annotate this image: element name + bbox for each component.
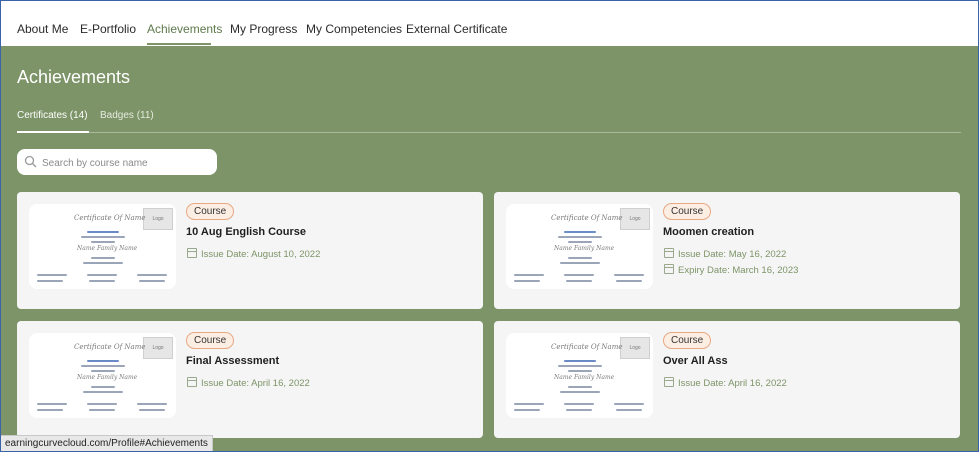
calendar-icon: [664, 377, 674, 387]
browser-status-url: earningcurvecloud.com/Profile#Achievemen…: [1, 435, 213, 451]
certificate-heading: Certificate Of Name: [551, 214, 623, 222]
certificate-heading: Certificate Of Name: [74, 214, 146, 222]
issue-date: Issue Date: May 16, 2022: [664, 248, 786, 260]
card-title[interactable]: Over All Ass: [663, 355, 728, 367]
card-title[interactable]: 10 Aug English Course: [186, 226, 306, 238]
calendar-icon: [187, 248, 197, 258]
top-navigation: About Me E-Portfolio Achievements My Pro…: [1, 1, 978, 46]
nav-active-indicator: [147, 43, 211, 45]
card-title[interactable]: Final Assessment: [186, 355, 279, 367]
logo-placeholder: Logo: [143, 337, 173, 359]
calendar-icon: [664, 248, 674, 258]
nav-about-me[interactable]: About Me: [17, 22, 68, 36]
certificate-card[interactable]: Logo Certificate Of Name Name Family Nam…: [17, 321, 483, 438]
course-badge: Course: [663, 203, 712, 220]
certificate-thumbnail[interactable]: Logo Certificate Of Name Name Family Nam…: [506, 333, 653, 418]
course-badge: Course: [663, 332, 712, 349]
certificate-thumbnail[interactable]: Logo Certificate Of Name Name Family Nam…: [29, 204, 176, 289]
tab-certificates[interactable]: Certificates (14): [17, 110, 88, 121]
issue-date: Issue Date: April 16, 2022: [664, 377, 787, 389]
certificate-heading: Certificate Of Name: [551, 343, 623, 351]
search-icon: [24, 155, 37, 168]
recipient-name: Name Family Name: [77, 245, 138, 252]
calendar-icon: [664, 264, 674, 274]
nav-e-portfolio[interactable]: E-Portfolio: [80, 22, 136, 36]
expiry-date: Expiry Date: March 16, 2023: [664, 264, 798, 276]
issue-date: Issue Date: August 10, 2022: [187, 248, 320, 260]
certificate-card[interactable]: Logo Certificate Of Name Name Family Nam…: [494, 321, 960, 438]
search-input[interactable]: [40, 153, 214, 173]
card-title[interactable]: Moomen creation: [663, 226, 754, 238]
course-badge: Course: [186, 332, 235, 349]
logo-placeholder: Logo: [620, 337, 650, 359]
nav-my-competencies[interactable]: My Competencies: [306, 22, 402, 36]
recipient-name: Name Family Name: [554, 245, 615, 252]
nav-achievements[interactable]: Achievements: [147, 22, 222, 36]
course-badge: Course: [186, 203, 235, 220]
issue-date: Issue Date: April 16, 2022: [187, 377, 310, 389]
nav-my-progress[interactable]: My Progress: [230, 22, 297, 36]
certificate-card[interactable]: Logo Certificate Of Name Name Family Nam…: [494, 192, 960, 309]
recipient-name: Name Family Name: [77, 374, 138, 381]
recipient-name: Name Family Name: [554, 374, 615, 381]
tab-divider: [17, 132, 961, 133]
app-window: About Me E-Portfolio Achievements My Pro…: [0, 0, 979, 452]
certificate-thumbnail[interactable]: Logo Certificate Of Name Name Family Nam…: [506, 204, 653, 289]
page-title: Achievements: [17, 67, 131, 87]
certificate-thumbnail[interactable]: Logo Certificate Of Name Name Family Nam…: [29, 333, 176, 418]
logo-placeholder: Logo: [143, 208, 173, 230]
certificate-heading: Certificate Of Name: [74, 343, 146, 351]
nav-external-certificate[interactable]: External Certificate: [406, 22, 507, 36]
certificate-card[interactable]: Logo Certificate Of Name Name Family Nam…: [17, 192, 483, 309]
tab-badges[interactable]: Badges (11): [100, 110, 154, 121]
search-box: [17, 149, 217, 175]
logo-placeholder: Logo: [620, 208, 650, 230]
calendar-icon: [187, 377, 197, 387]
tab-active-indicator: [17, 131, 89, 133]
